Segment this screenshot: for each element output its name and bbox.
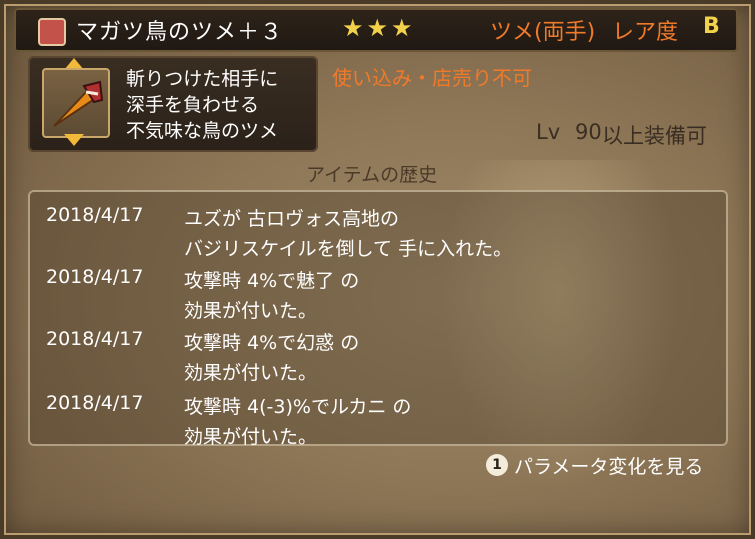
history-heading: アイテムの歴史 [306,164,438,186]
restriction-note: 使い込み・店売り不可 [332,66,532,90]
item-category: ツメ(両手) [490,20,596,45]
item-name: マガツ鳥のツメ＋３ [76,20,284,45]
history-text: 効果が付いた。 [184,426,318,448]
history-text: 効果が付いた。 [184,362,318,384]
item-image [42,68,110,138]
description-line: 深手を負わせる [126,94,260,116]
description-line: 不気味な鳥のツメ [126,120,279,142]
claw-category-icon [38,18,66,46]
history-text: ユズが 古ロヴォス高地の [184,208,400,230]
arrow-down-icon[interactable] [64,134,84,146]
history-text: 攻撃時 4%で魅了 の [184,270,360,292]
history-date: 2018/4/17 [46,328,144,350]
level-requirement: 以上装備可 [602,124,707,148]
description-line: 斬りつけた相手に [126,68,279,90]
rarity-label: レア度 [612,20,679,45]
history-date: 2018/4/17 [46,392,144,414]
level-label: Lv [536,120,561,144]
history-date: 2018/4/17 [46,204,144,226]
button-1-icon[interactable]: 1 [486,454,508,476]
history-text: 攻撃時 4%で幻惑 の [184,332,360,354]
star-rating: ★★★ [342,14,416,42]
history-text: バジリスケイルを倒して 手に入れた。 [184,238,513,260]
history-text: 攻撃時 4(-3)%でルカニ の [184,396,412,418]
view-parameter-change-button[interactable]: パラメータ変化を見る [514,452,703,479]
history-text: 効果が付いた。 [184,300,318,322]
level-value: 90 [575,120,602,144]
history-date: 2018/4/17 [46,266,144,288]
rarity-value: B [703,14,720,39]
